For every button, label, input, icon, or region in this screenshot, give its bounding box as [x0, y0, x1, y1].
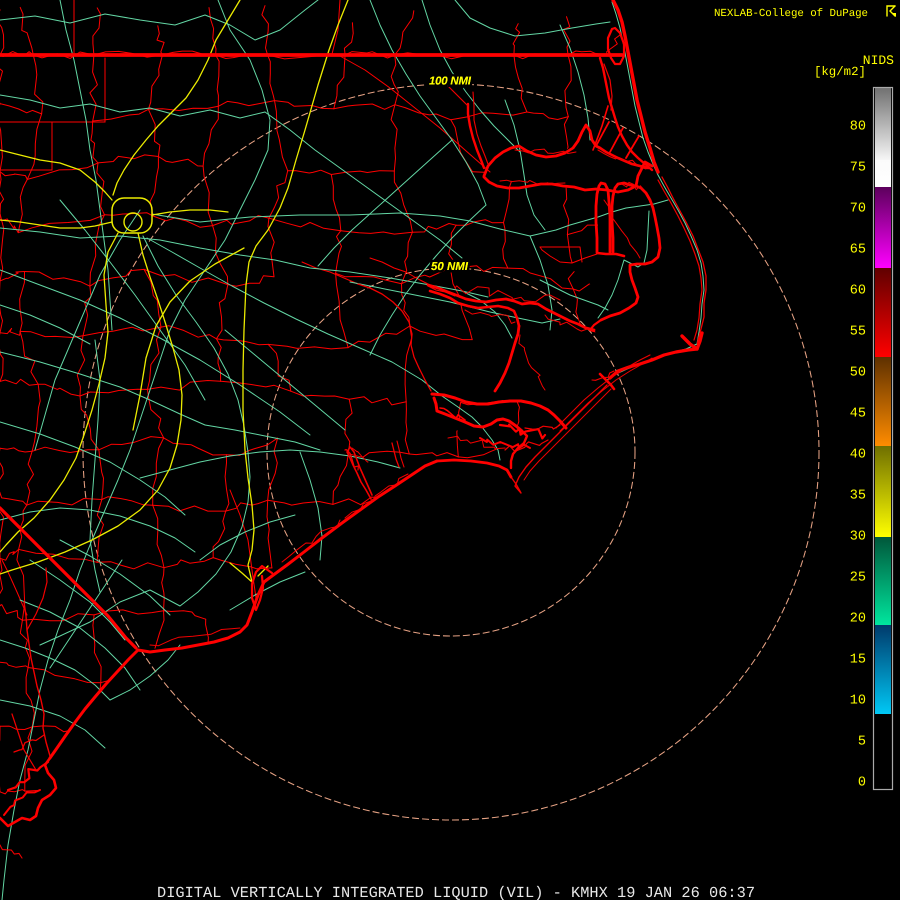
svg-text:15: 15: [850, 653, 866, 668]
svg-text:40: 40: [850, 448, 866, 463]
svg-text:5: 5: [858, 735, 866, 750]
svg-text:NEXLAB-College of DuPage: NEXLAB-College of DuPage: [714, 8, 868, 20]
svg-text:30: 30: [850, 530, 866, 545]
svg-text:50 NMI: 50 NMI: [431, 261, 469, 273]
svg-text:20: 20: [850, 612, 866, 627]
svg-text:10: 10: [850, 694, 866, 709]
svg-text:70: 70: [850, 202, 866, 217]
svg-text:0: 0: [858, 776, 866, 791]
svg-text:55: 55: [850, 325, 866, 340]
svg-text:45: 45: [850, 407, 866, 422]
svg-text:80: 80: [850, 120, 866, 135]
svg-text:25: 25: [850, 571, 866, 586]
svg-text:65: 65: [850, 243, 866, 258]
svg-text:35: 35: [850, 489, 866, 504]
svg-text:60: 60: [850, 284, 866, 299]
svg-text:DIGITAL VERTICALLY INTEGRATED: DIGITAL VERTICALLY INTEGRATED LIQUID (VI…: [157, 884, 755, 900]
svg-text:50: 50: [850, 366, 866, 381]
svg-text:100 NMI: 100 NMI: [429, 76, 472, 88]
svg-text:75: 75: [850, 161, 866, 176]
svg-text:[kg/m2]: [kg/m2]: [814, 65, 866, 79]
svg-text:NIDS: NIDS: [863, 53, 894, 68]
